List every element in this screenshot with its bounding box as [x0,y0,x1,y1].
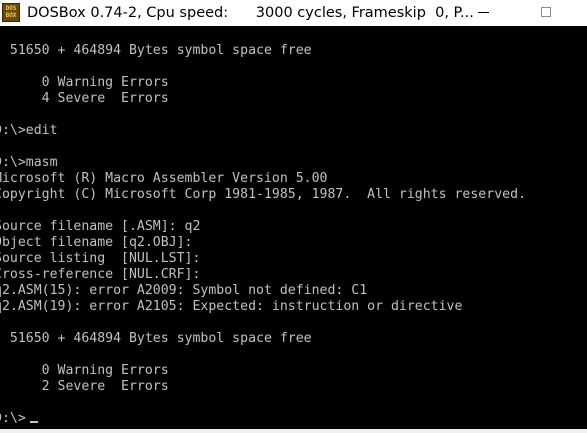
terminal-line: q2.ASM(15): error A2009: Symbol not defi… [0,283,368,298]
dosbox-icon[interactable]: DOS BOX [2,3,20,22]
terminal-line: Source filename [.ASM]: q2 [0,219,201,234]
terminal-line: Object filename [q2.OBJ]: [0,235,193,250]
terminal-line: Copyright (C) Microsoft Corp 1981-1985, … [0,187,526,202]
window-bottom-border [0,429,587,433]
terminal-line: Cross-reference [NUL.CRF]: [0,267,201,282]
terminal-line: 0 Warning Errors [0,75,169,90]
terminal-line: Microsoft (R) Macro Assembler Version 5.… [0,171,328,186]
terminal-line: 51650 + 464894 Bytes symbol space free [0,43,312,58]
terminal-line: Source listing [NUL.LST]: [0,251,201,266]
terminal-line: 51650 + 464894 Bytes symbol space free [0,331,312,346]
dosbox-window: DOS BOX DOSBox 0.74-2, Cpu speed: 3000 c… [0,0,587,433]
minimize-button[interactable] [464,0,504,26]
terminal-line: D:\>masm [0,155,58,170]
dos-terminal[interactable]: 51650 + 464894 Bytes symbol space free 0… [0,26,587,429]
terminal-line: 2 Severe Errors [0,379,169,394]
terminal-line: 4 Severe Errors [0,91,169,106]
text-cursor [30,421,38,423]
terminal-line: q2.ASM(19): error A2105: Expected: instr… [0,299,463,314]
window-title: DOSBox 0.74-2, Cpu speed: 3000 cycles, F… [27,5,474,21]
maximize-icon [541,7,551,17]
terminal-line: 0 Warning Errors [0,363,169,378]
maximize-button[interactable] [530,0,570,26]
minimize-icon [478,12,489,13]
terminal-line: D:\>edit [0,123,58,138]
title-bar[interactable]: DOS BOX DOSBox 0.74-2, Cpu speed: 3000 c… [0,0,587,26]
command-prompt[interactable]: D:\> [0,411,26,427]
